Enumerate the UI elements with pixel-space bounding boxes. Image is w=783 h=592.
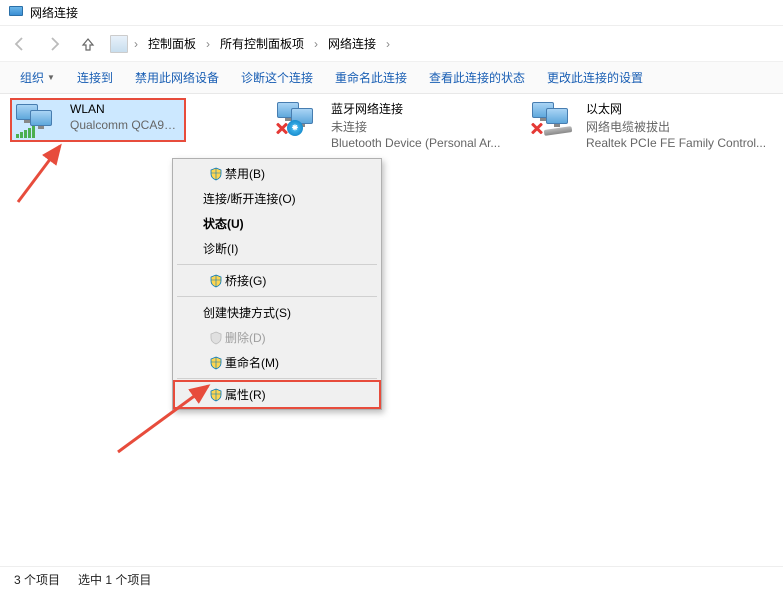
- breadcrumb-item[interactable]: 网络连接: [324, 33, 380, 54]
- separator: [177, 378, 377, 379]
- content-area: WLAN Qualcomm QCA9377 802.11... ⁕ 蓝牙网络连接…: [0, 94, 783, 566]
- titlebar: 网络连接: [0, 0, 783, 26]
- cm-create-shortcut[interactable]: 创建快捷方式(S): [175, 300, 379, 325]
- adapter-status: 网络电缆被拔出: [586, 118, 766, 135]
- up-button[interactable]: [76, 32, 100, 56]
- navbar: › 控制面板 › 所有控制面板项 › 网络连接 ›: [0, 26, 783, 62]
- status-selected: 选中 1 个项目: [78, 571, 151, 588]
- toolbar-view-status[interactable]: 查看此连接的状态: [419, 65, 535, 90]
- back-button[interactable]: [8, 32, 32, 56]
- disconnected-icon: [530, 122, 544, 136]
- adapter-name: 以太网: [586, 100, 766, 117]
- cm-label: 创建快捷方式(S): [203, 304, 291, 321]
- control-panel-icon: [110, 35, 128, 53]
- cm-label: 删除(D): [225, 329, 266, 346]
- adapter-wlan[interactable]: WLAN Qualcomm QCA9377 802.11...: [10, 98, 186, 142]
- chevron-icon: ›: [130, 37, 142, 51]
- adapter-name: 蓝牙网络连接: [331, 100, 500, 117]
- forward-button[interactable]: [42, 32, 66, 56]
- cm-label: 诊断(I): [203, 240, 238, 257]
- separator: [177, 296, 377, 297]
- adapter-device: Qualcomm QCA9377 802.11...: [70, 118, 182, 132]
- breadcrumb-item[interactable]: 控制面板: [144, 33, 200, 54]
- network-icon: [8, 5, 24, 21]
- shield-icon: [209, 356, 223, 370]
- cm-label: 属性(R): [225, 386, 266, 403]
- chevron-icon: ›: [382, 37, 394, 51]
- cm-bridge[interactable]: 桥接(G): [175, 268, 379, 293]
- toolbar-change-settings[interactable]: 更改此连接的设置: [537, 65, 653, 90]
- shield-icon: [209, 274, 223, 288]
- bluetooth-icon: ⁕: [275, 100, 323, 136]
- separator: [177, 264, 377, 265]
- toolbar-rename[interactable]: 重命名此连接: [325, 65, 417, 90]
- adapter-status: 未连接: [331, 118, 500, 135]
- ethernet-icon: [530, 100, 578, 136]
- wlan-icon: [14, 102, 62, 138]
- status-count: 3 个项目: [14, 571, 60, 588]
- cm-label: 桥接(G): [225, 272, 266, 289]
- cm-label: 连接/断开连接(O): [203, 190, 296, 207]
- cm-status[interactable]: 状态(U): [175, 211, 379, 236]
- adapter-bluetooth[interactable]: ⁕ 蓝牙网络连接 未连接 Bluetooth Device (Personal …: [275, 100, 515, 150]
- adapter-name: WLAN: [70, 102, 182, 116]
- statusbar: 3 个项目 选中 1 个项目: [0, 566, 783, 592]
- adapter-ethernet[interactable]: 以太网 网络电缆被拔出 Realtek PCIe FE Family Contr…: [530, 100, 770, 150]
- signal-bars-icon: [16, 126, 35, 138]
- breadcrumb-item[interactable]: 所有控制面板项: [216, 33, 308, 54]
- toolbar-connect-to[interactable]: 连接到: [67, 65, 123, 90]
- shield-icon: [209, 331, 223, 345]
- breadcrumb[interactable]: › 控制面板 › 所有控制面板项 › 网络连接 ›: [110, 33, 775, 54]
- cm-disable[interactable]: 禁用(B): [175, 161, 379, 186]
- toolbar-diagnose[interactable]: 诊断这个连接: [231, 65, 323, 90]
- shield-icon: [209, 388, 223, 402]
- context-menu: 禁用(B) 连接/断开连接(O) 状态(U) 诊断(I) 桥接(G) 创建快捷方…: [172, 158, 382, 410]
- toolbar-disable-device[interactable]: 禁用此网络设备: [125, 65, 229, 90]
- cm-diagnose[interactable]: 诊断(I): [175, 236, 379, 261]
- chevron-icon: ›: [310, 37, 322, 51]
- adapter-device: Bluetooth Device (Personal Ar...: [331, 136, 500, 150]
- cm-rename[interactable]: 重命名(M): [175, 350, 379, 375]
- toolbar-organize[interactable]: 组织▼: [10, 65, 65, 90]
- cable-icon: [544, 126, 573, 136]
- cm-properties[interactable]: 属性(R): [173, 380, 381, 409]
- cm-connect-disconnect[interactable]: 连接/断开连接(O): [175, 186, 379, 211]
- chevron-icon: ›: [202, 37, 214, 51]
- cm-delete: 删除(D): [175, 325, 379, 350]
- cm-label: 重命名(M): [225, 354, 279, 371]
- toolbar: 组织▼ 连接到 禁用此网络设备 诊断这个连接 重命名此连接 查看此连接的状态 更…: [0, 62, 783, 94]
- cm-label: 状态(U): [203, 215, 244, 232]
- shield-icon: [209, 167, 223, 181]
- window-title: 网络连接: [30, 4, 78, 21]
- cm-label: 禁用(B): [225, 165, 265, 182]
- adapter-device: Realtek PCIe FE Family Control...: [586, 136, 766, 150]
- bluetooth-badge-icon: ⁕: [287, 120, 303, 136]
